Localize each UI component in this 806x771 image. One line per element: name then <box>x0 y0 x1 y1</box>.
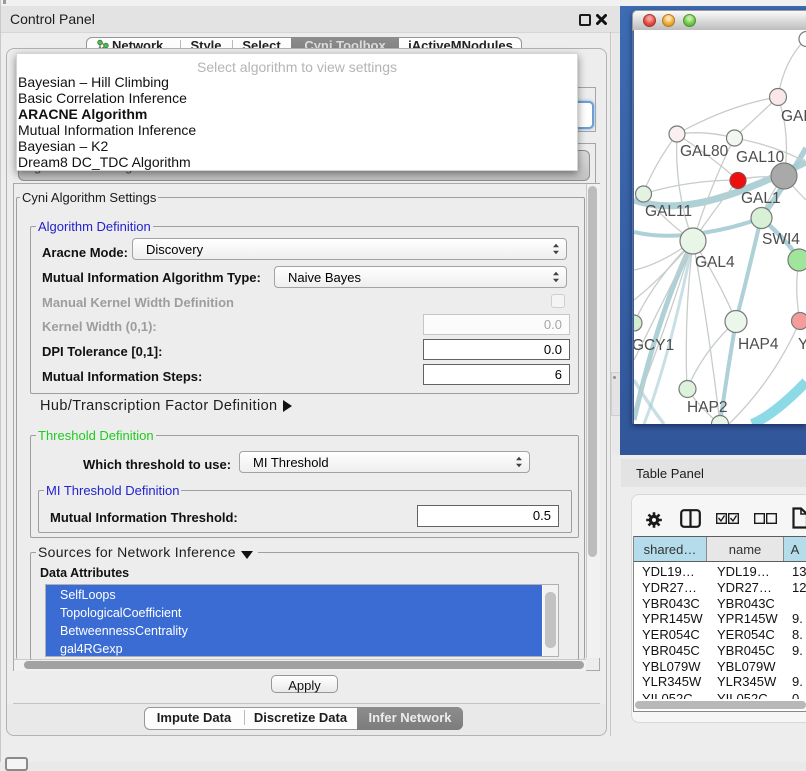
svg-text:GAL80: GAL80 <box>680 143 729 160</box>
svg-text:GAL10: GAL10 <box>736 149 785 166</box>
svg-text:GAL4: GAL4 <box>695 254 735 271</box>
svg-text:HAP2: HAP2 <box>687 399 728 416</box>
svg-text:GAL7: GAL7 <box>781 108 806 125</box>
svg-text:HAP4: HAP4 <box>738 336 779 353</box>
svg-text:Y: Y <box>798 336 806 353</box>
svg-text:GCY1: GCY1 <box>634 337 674 354</box>
svg-text:SWI4: SWI4 <box>762 231 800 248</box>
svg-text:GAL1: GAL1 <box>741 190 781 207</box>
svg-text:GAL11: GAL11 <box>645 203 692 220</box>
